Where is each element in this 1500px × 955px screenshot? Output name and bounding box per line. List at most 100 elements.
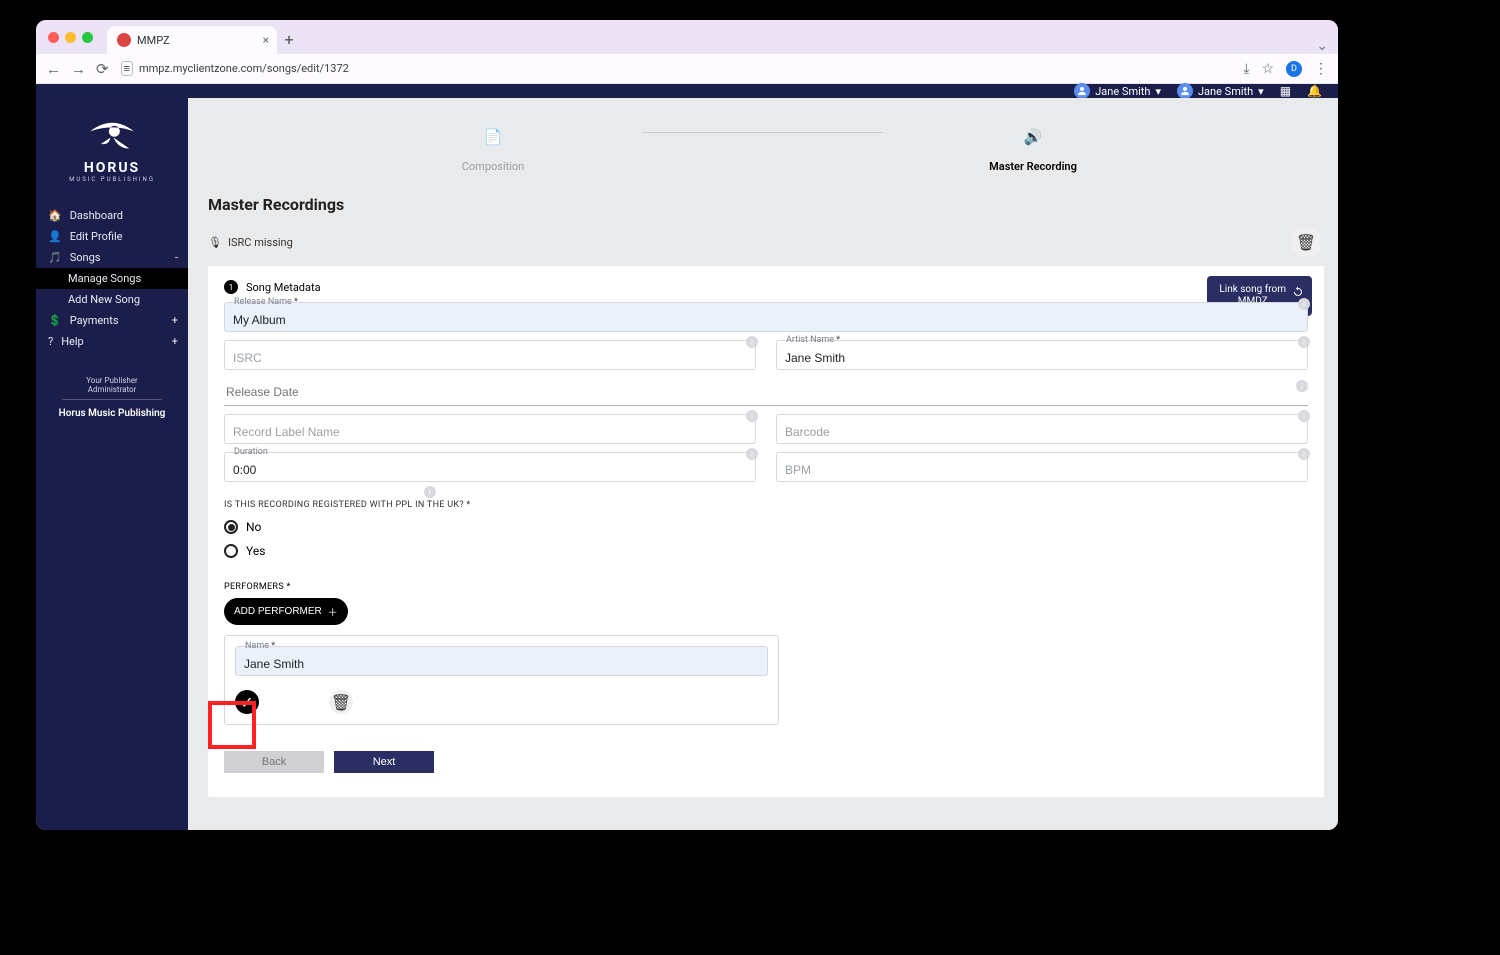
expand-icon: + xyxy=(172,335,178,348)
info-icon[interactable]: i xyxy=(746,410,758,422)
notifications-icon[interactable]: 🔔 xyxy=(1307,84,1322,98)
info-icon[interactable]: i xyxy=(746,336,758,348)
sidebar-label: Manage Songs xyxy=(68,272,141,285)
bookmark-icon[interactable]: ☆ xyxy=(1261,61,1274,77)
sidebar-label: Edit Profile xyxy=(70,230,123,243)
nav-back-icon[interactable]: ← xyxy=(46,60,61,78)
nav-reload-icon[interactable]: ⟳ xyxy=(96,60,109,78)
release-name-input[interactable] xyxy=(224,302,1308,332)
plus-icon: ＋ xyxy=(328,604,338,619)
app-header: Jane Smith ▾ Jane Smith ▾ ▦ 🔔 xyxy=(36,84,1338,98)
home-icon: 🏠 xyxy=(48,209,62,222)
step-master-recording[interactable]: 🔊 Master Recording xyxy=(883,128,1183,173)
trash-icon: 🗑 xyxy=(331,693,351,712)
user-menu-1[interactable]: Jane Smith ▾ xyxy=(1074,83,1161,99)
sidebar-item-dashboard[interactable]: 🏠 Dashboard xyxy=(36,205,188,226)
section-title: Song Metadata xyxy=(246,281,321,294)
site-info-icon[interactable]: ≡ xyxy=(121,61,133,76)
sidebar-label: Dashboard xyxy=(70,209,123,222)
info-icon[interactable]: i xyxy=(1298,410,1310,422)
performer-name-input[interactable] xyxy=(235,646,768,676)
new-tab-button[interactable]: + xyxy=(277,26,301,54)
nav-forward-icon[interactable]: → xyxy=(71,60,86,78)
ppl-question-text: IS THIS RECORDING REGISTERED WITH PPL IN… xyxy=(224,500,471,510)
artist-name-label: Artist Name xyxy=(786,335,840,345)
next-button[interactable]: Next xyxy=(334,751,434,773)
install-app-icon[interactable]: ⤓ xyxy=(1243,61,1249,77)
main-content: 📄 Composition 🔊 Master Recording Master … xyxy=(188,98,1338,830)
avatar-icon xyxy=(1177,83,1193,99)
sidebar-label: Payments xyxy=(70,314,119,327)
sidebar-item-help[interactable]: ? Help + xyxy=(36,331,188,352)
isrc-input[interactable] xyxy=(224,340,756,370)
kebab-menu-icon[interactable]: ⋮ xyxy=(1314,61,1328,77)
collapse-icon: - xyxy=(175,251,178,264)
step-composition[interactable]: 📄 Composition xyxy=(343,128,643,173)
info-icon[interactable]: i xyxy=(1298,336,1310,348)
delete-performer-button[interactable]: 🗑 xyxy=(329,690,353,714)
tabs-chevron-icon[interactable]: ⌄ xyxy=(1316,38,1328,54)
confirm-performer-button[interactable]: ✓ xyxy=(235,690,259,714)
info-icon[interactable]: i xyxy=(746,448,758,460)
close-tab-icon[interactable]: × xyxy=(263,33,269,47)
step-label: Composition xyxy=(462,160,525,173)
help-icon: ? xyxy=(48,335,53,348)
sidebar-label: Songs xyxy=(70,251,101,264)
sidebar-item-songs[interactable]: 🎵Songs- xyxy=(36,247,188,268)
back-button[interactable]: Back xyxy=(224,751,324,773)
maximize-window-icon[interactable] xyxy=(82,32,93,43)
info-icon[interactable]: i xyxy=(1298,298,1310,310)
warning-row: 🎙 ISRC missing 🗑 xyxy=(188,228,1338,266)
info-icon[interactable]: i xyxy=(424,486,436,498)
sidebar-label: Add New Song xyxy=(68,293,140,306)
brand-name: HORUS xyxy=(84,160,140,176)
bpm-input[interactable] xyxy=(776,452,1308,482)
sidebar-item-edit-profile[interactable]: 👤Edit Profile xyxy=(36,226,188,247)
release-name-label: Release Name xyxy=(234,297,298,307)
delete-recording-button[interactable]: 🗑 xyxy=(1292,228,1320,256)
record-label-input[interactable] xyxy=(224,414,756,444)
ppl-radio-no[interactable]: No xyxy=(224,520,1308,534)
horus-eye-icon xyxy=(87,116,137,156)
info-icon[interactable]: i xyxy=(1298,448,1310,460)
radio-selected-icon xyxy=(224,520,238,534)
dollar-icon: 💲 xyxy=(48,314,62,327)
performers-label: PERFORMERS * xyxy=(224,582,1308,592)
user-name-1: Jane Smith xyxy=(1095,85,1150,98)
add-performer-button[interactable]: ADD PERFORMER ＋ xyxy=(224,598,348,625)
user-menu-2[interactable]: Jane Smith ▾ xyxy=(1177,83,1264,99)
ppl-radio-yes[interactable]: Yes xyxy=(224,544,1308,558)
duration-input[interactable] xyxy=(224,452,756,482)
app-viewport: Jane Smith ▾ Jane Smith ▾ ▦ 🔔 HORUS MUSI… xyxy=(36,84,1338,830)
duration-label: Duration xyxy=(234,447,268,457)
info-icon[interactable]: i xyxy=(1296,380,1308,392)
publisher-name[interactable]: Horus Music Publishing xyxy=(36,408,188,419)
minimize-window-icon[interactable] xyxy=(65,32,76,43)
browser-window: MMPZ × + ⌄ ← → ⟳ ≡ mmpz.myclientzone.com… xyxy=(36,20,1338,830)
radio-label: Yes xyxy=(246,544,265,558)
release-date-input[interactable] xyxy=(224,378,1308,406)
sidebar: HORUS MUSIC PUBLISHING 🏠 Dashboard 👤Edit … xyxy=(36,98,188,830)
sidebar-item-manage-songs[interactable]: Manage Songs xyxy=(36,268,188,289)
brand-subtitle: MUSIC PUBLISHING xyxy=(69,176,155,183)
user-name-2: Jane Smith xyxy=(1198,85,1253,98)
profile-badge[interactable]: D xyxy=(1286,61,1302,77)
sidebar-item-payments[interactable]: 💲Payments+ xyxy=(36,310,188,331)
tab-bar: MMPZ × + ⌄ xyxy=(36,20,1338,54)
tab-favicon-icon xyxy=(117,33,131,47)
sidebar-item-add-new-song[interactable]: Add New Song xyxy=(36,289,188,310)
step-number-badge: 1 xyxy=(224,280,238,294)
song-metadata-card: Link song from MMDZ 1 Song Metadata Rele… xyxy=(208,266,1324,797)
artist-name-input[interactable] xyxy=(776,340,1308,370)
barcode-input[interactable] xyxy=(776,414,1308,444)
ppl-question-label: IS THIS RECORDING REGISTERED WITH PPL IN… xyxy=(224,500,1308,510)
warning-text: ISRC missing xyxy=(228,236,293,249)
apps-grid-icon[interactable]: ▦ xyxy=(1280,84,1291,98)
close-window-icon[interactable] xyxy=(48,32,59,43)
tab-mmpz[interactable]: MMPZ × xyxy=(107,26,277,54)
sidebar-label: Help xyxy=(61,335,84,348)
microphone-icon: 🎙 xyxy=(208,236,220,249)
url-display[interactable]: ≡ mmpz.myclientzone.com/songs/edit/1372 xyxy=(121,61,1232,76)
speaker-icon: 🔊 xyxy=(1024,128,1043,146)
brand-logo: HORUS MUSIC PUBLISHING xyxy=(36,104,188,197)
